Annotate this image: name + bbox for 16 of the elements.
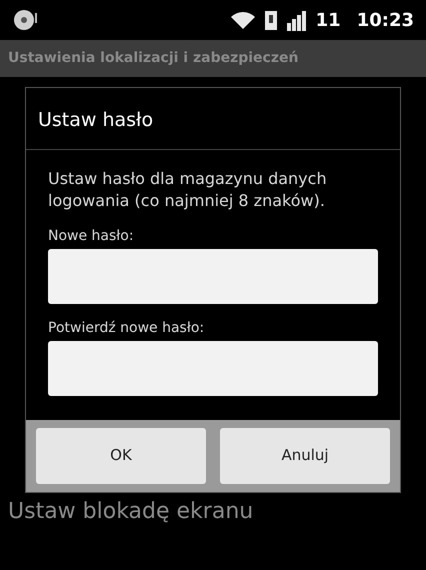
status-time: 10:23: [356, 8, 414, 32]
signal-icon: [286, 9, 308, 31]
field-label: Potwierdź nowe hasło:: [48, 318, 206, 338]
dialog-button[interactable]: Anuluj: [220, 428, 390, 484]
disc-icon: [12, 8, 38, 32]
title-text: Ustawienia lokalizacji i zabezpieczeń: [8, 49, 298, 68]
field-label: Nowe hasło:: [48, 226, 135, 246]
password-field[interactable]: [48, 340, 378, 396]
password-field[interactable]: [48, 248, 378, 304]
battery-icon: [264, 9, 278, 31]
setting-title[interactable]: Ustaw blokadę ekranu: [8, 498, 254, 524]
signal-label: 11: [316, 8, 341, 32]
dialog-button[interactable]: OK: [36, 428, 206, 484]
wifi-icon: [230, 10, 256, 30]
dialog-message: Ustaw hasło dla magazynu danych logowania (co najmniej 8 znaków).: [48, 168, 328, 212]
dialog-title: Ustaw hasło: [38, 109, 154, 131]
